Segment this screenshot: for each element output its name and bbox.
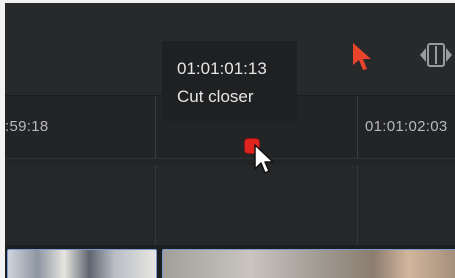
track-gridline [357, 165, 358, 245]
video-track-area[interactable] [5, 165, 455, 245]
mouse-pointer-icon [254, 144, 274, 174]
ruler-timecode-right: 01:01:02:03 [365, 118, 448, 135]
track-gridline [155, 165, 156, 245]
video-clip-right[interactable] [162, 249, 455, 278]
tooltip-timecode: 01:01:01:13 [177, 59, 267, 78]
ruler-tick [155, 96, 156, 158]
clip-row [5, 245, 455, 278]
ruler-tick [357, 96, 358, 158]
ruler-timecode-left: :59:18 [5, 118, 49, 135]
timeline-panel: :59:18 01:01:02:03 01:01:01:13 Cut close… [5, 3, 455, 278]
video-clip-left[interactable] [7, 249, 157, 278]
trim-handle-icon[interactable] [414, 40, 455, 70]
marker-tooltip: 01:01:01:13 Cut closer [162, 41, 297, 121]
ruler-separator [5, 158, 455, 159]
tooltip-marker-note: Cut closer [177, 87, 254, 106]
red-arrow-icon[interactable] [351, 41, 373, 71]
screenshot-frame: :59:18 01:01:02:03 01:01:01:13 Cut close… [0, 0, 455, 278]
